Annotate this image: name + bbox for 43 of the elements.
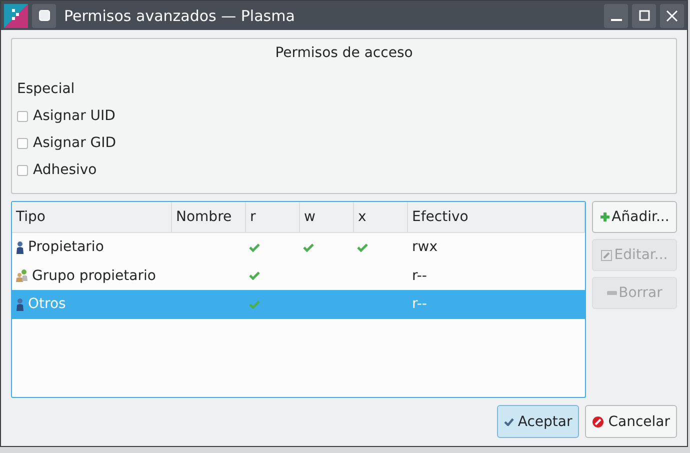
checkbox[interactable] [17,164,28,176]
group-title: Permisos de acceso [275,45,413,61]
user-icon [16,240,24,254]
table-cell: Grupo propietario [32,268,156,284]
maximize-icon [638,10,650,21]
column-header[interactable]: Tipo [12,202,172,232]
checkbox[interactable] [17,138,28,148]
special-label: Especial [17,81,76,97]
table-cell: rwx [412,239,438,256]
app-logo-icon [4,4,28,28]
window-title: Permisos avanzados — Plasma [64,6,296,24]
user-icon [16,298,24,311]
table-cell: r-- [412,268,427,284]
close-button[interactable] [660,4,684,28]
checkbox-label: Asignar GID [33,135,116,151]
table-cell: r-- [412,296,427,312]
plus-icon [600,212,610,222]
column-header[interactable]: w [300,202,354,232]
minimize-icon [610,19,622,21]
checkbox-label: Adhesivo [33,162,97,178]
checkbox-label: Asignar UID [33,108,116,124]
pencil-icon [601,250,612,260]
close-icon [666,10,678,22]
table-cell: Propietario [28,239,104,256]
minus-icon [606,291,617,295]
window-menu-icon [38,10,50,21]
table-row[interactable]: Grupo propietario r-- [12,262,585,290]
table-row[interactable]: Propietario rwx [12,233,585,262]
cancel-button[interactable]: Cancelar [585,405,677,438]
window-menu-button[interactable] [32,4,56,28]
table-cell: Otros [28,296,66,312]
cancel-icon [592,416,604,428]
column-header[interactable]: x [354,202,408,232]
maximize-button[interactable] [632,4,656,28]
ok-button[interactable]: Aceptar [496,405,580,438]
column-header[interactable]: Efectivo [408,202,585,232]
checkmark-icon [504,418,514,426]
add-button[interactable]: Añadir... [592,201,677,233]
minimize-button[interactable] [604,4,628,28]
column-header[interactable]: Nombre [172,202,246,232]
group-icon [16,269,28,282]
checkbox[interactable] [17,110,28,122]
column-header[interactable]: r [246,202,300,232]
